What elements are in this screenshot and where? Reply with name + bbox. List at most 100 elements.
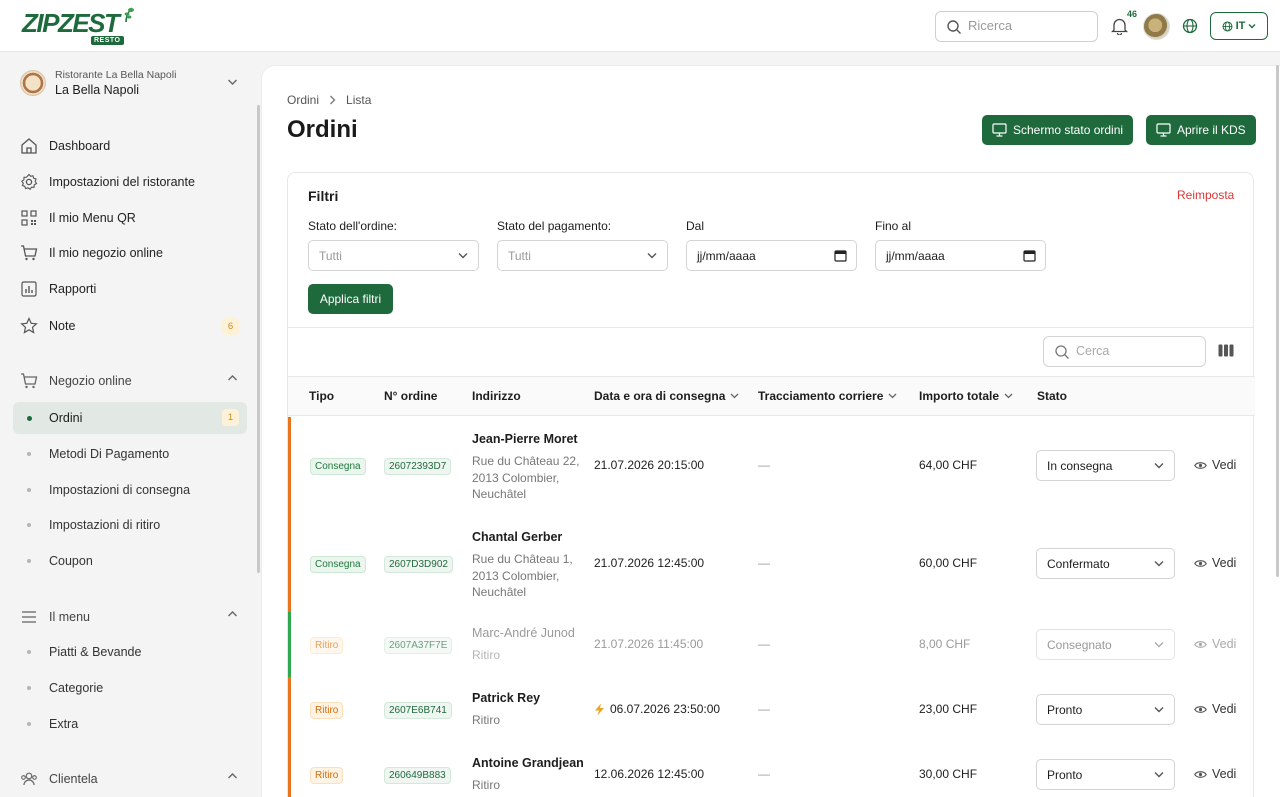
eye-icon (1194, 770, 1207, 778)
row-accent-bar (288, 514, 291, 612)
breadcrumb-orders[interactable]: Ordini (287, 93, 319, 107)
reset-filters-link[interactable]: Reimposta (1177, 188, 1234, 202)
chevron-down-icon (458, 253, 468, 259)
order-type-tag: Consegna (310, 458, 366, 475)
sidebar-item-dashboard[interactable]: Dashboard (20, 132, 245, 160)
delivery-datetime: 21.07.2026 12:45:00 (594, 556, 705, 570)
order-status-label: Stato dell'ordine: (308, 219, 398, 233)
bell-icon[interactable] (1111, 17, 1128, 35)
view-order-link[interactable]: Vedi (1194, 458, 1236, 472)
sidebar-item-payment-methods[interactable]: Metodi Di Pagamento (13, 438, 247, 470)
sidebar-item-pickup-settings[interactable]: Impostazioni di ritiro (13, 509, 247, 541)
globe-icon (1222, 21, 1233, 31)
calendar-icon[interactable] (1023, 249, 1036, 262)
search-icon (947, 20, 961, 34)
column-header-total[interactable]: Importo totale (919, 389, 1013, 403)
menu-list-icon (22, 611, 36, 623)
order-status-select[interactable]: Tutti (308, 240, 479, 271)
sidebar-section-menu[interactable]: Il menu (20, 603, 245, 631)
leaf-icon (124, 7, 134, 22)
order-number[interactable]: 2607A37F7E (384, 637, 453, 654)
chevron-down-icon (1248, 24, 1256, 29)
open-kds-button[interactable]: Aprire il KDS (1146, 115, 1256, 145)
date-from-input[interactable]: jj/mm/aaaa (686, 240, 857, 271)
table-search-input[interactable] (1076, 344, 1196, 358)
sidebar-item-dishes-drinks[interactable]: Piatti & Bevande (13, 636, 247, 668)
page-title: Ordini (287, 116, 358, 143)
order-number[interactable]: 260649B883 (384, 767, 451, 784)
table-header: Tipo N° ordine Indirizzo Data e ora di c… (288, 376, 1255, 416)
sidebar-item-categories[interactable]: Categorie (13, 672, 247, 704)
globe-settings-icon[interactable] (1182, 18, 1198, 34)
sidebar-item-orders[interactable]: Ordini 1 (13, 402, 247, 434)
sidebar-item-coupon[interactable]: Coupon (13, 545, 247, 577)
sidebar-item-restaurant-settings[interactable]: Impostazioni del ristorante (20, 168, 245, 196)
courier-tracking: — (758, 556, 770, 570)
eye-icon (1194, 705, 1207, 713)
status-select[interactable]: Pronto (1036, 759, 1175, 790)
zipzest-logo[interactable]: ZIPZEST RESTO (22, 6, 134, 48)
sidebar-section-clients[interactable]: Clientela (20, 765, 245, 793)
restaurant-switcher[interactable]: Ristorante La Bella Napoli La Bella Napo… (20, 68, 245, 104)
row-accent-bar (288, 742, 291, 797)
chevron-down-icon (647, 253, 657, 259)
sidebar-item-delivery-settings[interactable]: Impostazioni di consegna (13, 474, 247, 506)
status-select[interactable]: Consegnato (1036, 629, 1175, 660)
header-label: Tracciamento corriere (758, 389, 884, 403)
delivery-datetime: 21.07.2026 11:45:00 (594, 637, 704, 651)
status-select[interactable]: Confermato (1036, 548, 1175, 579)
order-number[interactable]: 2607E6B741 (384, 702, 452, 719)
qr-icon (21, 210, 37, 226)
order-type-tag: Ritiro (310, 702, 344, 719)
view-order-link[interactable]: Vedi (1194, 702, 1236, 716)
order-total: 8,00 CHF (919, 637, 971, 651)
status-select[interactable]: Pronto (1036, 694, 1175, 725)
order-status-screen-button[interactable]: Schermo stato ordini (982, 115, 1134, 145)
header-label: Data e ora di consegna (594, 389, 726, 403)
star-icon (20, 317, 38, 334)
customer-address: Rue du Château 22, 2013 Colombier, Neuch… (472, 454, 580, 501)
delivery-datetime: 12.06.2026 12:45:00 (594, 767, 705, 781)
user-avatar[interactable] (1143, 13, 1170, 40)
sidebar-item-notes[interactable]: Note 6 (20, 312, 245, 340)
customer-name: Marc-André Junod (472, 626, 575, 640)
global-search[interactable] (935, 11, 1098, 42)
sidebar-scrollbar[interactable] (257, 105, 260, 573)
order-number[interactable]: 2607D3D902 (384, 556, 453, 573)
column-header-courier-tracking[interactable]: Tracciamento corriere (758, 389, 897, 403)
order-number[interactable]: 26072393D7 (384, 458, 452, 475)
table-search[interactable] (1043, 336, 1206, 367)
cart-icon (21, 245, 38, 261)
sidebar-section-online-shop[interactable]: Negozio online (20, 367, 245, 395)
view-order-link[interactable]: Vedi (1194, 556, 1236, 570)
apply-filters-button[interactable]: Applica filtri (308, 284, 393, 314)
column-header-delivery-datetime[interactable]: Data e ora di consegna (594, 389, 739, 403)
view-order-link[interactable]: Vedi (1194, 767, 1236, 781)
date-to-input[interactable]: jj/mm/aaaa (875, 240, 1046, 271)
eye-icon (1194, 461, 1207, 469)
view-order-link[interactable]: Vedi (1194, 637, 1236, 651)
status-select[interactable]: In consegna (1036, 450, 1175, 481)
sidebar-item-reports[interactable]: Rapporti (20, 275, 245, 303)
customer-address: Ritiro (472, 713, 501, 727)
status-value: Pronto (1047, 702, 1083, 717)
chevron-up-icon (228, 375, 237, 381)
date-from-value: jj/mm/aaaa (697, 248, 756, 263)
calendar-icon[interactable] (834, 249, 847, 262)
sidebar-item-online-shop[interactable]: Il mio negozio online (20, 239, 245, 267)
payment-status-select[interactable]: Tutti (497, 240, 668, 271)
main-scrollbar[interactable] (1276, 65, 1279, 577)
columns-icon[interactable] (1218, 344, 1234, 357)
global-search-input[interactable] (968, 18, 1088, 33)
home-icon (21, 138, 37, 154)
sidebar-item-label: Il mio Menu QR (49, 211, 136, 225)
sidebar-item-extra[interactable]: Extra (13, 708, 247, 740)
sidebar-item-qr-menu[interactable]: Il mio Menu QR (20, 204, 245, 232)
sidebar: Ristorante La Bella Napoli La Bella Napo… (0, 52, 260, 797)
language-selector[interactable]: IT (1210, 12, 1268, 40)
customer-name: Chantal Gerber (472, 530, 563, 544)
column-header-address: Indirizzo (472, 389, 521, 403)
order-total: 30,00 CHF (919, 767, 978, 781)
chevron-down-icon (888, 393, 897, 399)
customer-address: Rue du Château 1, 2013 Colombier, Neuchâ… (472, 552, 573, 599)
